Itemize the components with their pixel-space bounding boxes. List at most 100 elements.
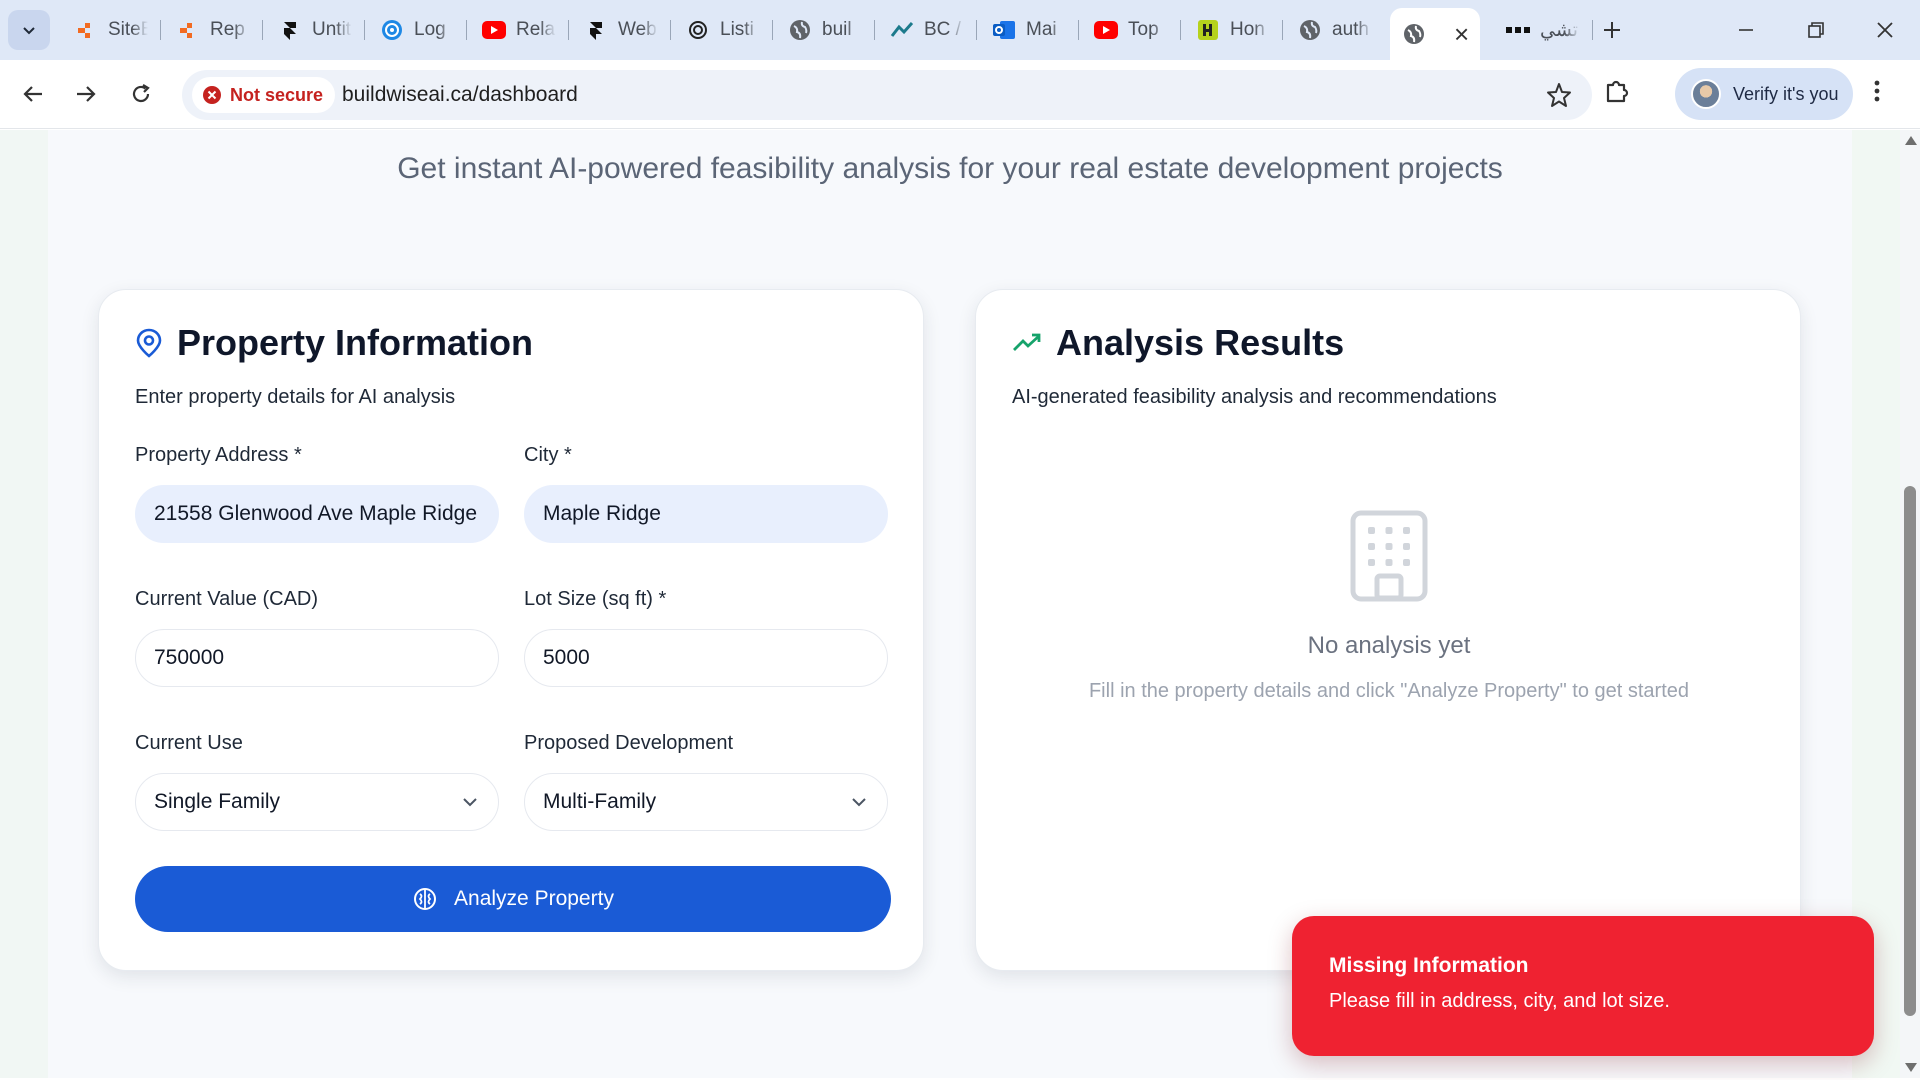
more-vertical-icon — [1874, 80, 1880, 102]
url-text[interactable]: buildwiseai.ca/dashboard — [342, 83, 578, 107]
current-value-value: 750000 — [154, 646, 225, 669]
browser-tab[interactable]: Mai — [980, 8, 1080, 52]
youtube-icon — [1094, 18, 1118, 42]
building-icon — [1350, 510, 1428, 602]
browser-tab[interactable]: Top — [1082, 8, 1182, 52]
toast-message: Please fill in address, city, and lot si… — [1329, 990, 1670, 1012]
proposed-development-value: Multi-Family — [543, 790, 657, 813]
address-input[interactable]: 21558 Glenwood Ave Maple Ridge — [135, 485, 499, 543]
current-use-select[interactable]: Single Family — [135, 773, 499, 831]
card-title: Analysis Results — [1012, 322, 1344, 364]
browser-tab[interactable]: BC / — [878, 8, 978, 52]
browser-tab[interactable]: buil — [776, 8, 876, 52]
browser-tab[interactable]: SiteB — [62, 8, 162, 52]
framer-icon — [584, 18, 608, 42]
orange-logo-icon — [74, 18, 98, 42]
forward-button[interactable] — [66, 74, 106, 114]
security-label: Not secure — [230, 84, 324, 105]
analyze-button-label: Analyze Property — [454, 887, 614, 910]
property-card-description: Enter property details for AI analysis — [135, 386, 456, 408]
lot-size-label: Lot Size (sq ft) * — [524, 588, 667, 610]
card-title: Property Information — [135, 322, 533, 364]
browser-tab[interactable]: Listi — [674, 8, 774, 52]
tab-label: SiteB — [108, 19, 148, 40]
lot-size-input[interactable]: 5000 — [524, 629, 888, 687]
warning-circle-icon — [203, 86, 221, 104]
restore-icon — [1808, 22, 1824, 38]
browser-tab-active[interactable]: × — [1390, 8, 1480, 60]
arrow-right-icon — [77, 86, 96, 102]
error-toast[interactable]: Missing Information Please fill in addre… — [1292, 916, 1874, 1056]
trending-up-icon — [1013, 333, 1041, 351]
results-card-description: AI-generated feasibility analysis and re… — [1012, 386, 1497, 408]
property-card-title: Property Information — [177, 322, 534, 363]
dots-icon — [1506, 18, 1530, 42]
current-value-label: Current Value (CAD) — [135, 588, 319, 610]
browser-tab[interactable]: Rep — [164, 8, 264, 52]
chevron-down-icon — [463, 798, 477, 807]
scroll-down-arrow-icon[interactable] — [1905, 1063, 1917, 1072]
tab-label: Log — [414, 19, 446, 40]
reload-icon — [132, 84, 150, 103]
profile-button[interactable]: Verify it's you — [1675, 68, 1853, 120]
new-tab-button[interactable] — [1582, 8, 1642, 52]
minimize-icon — [1739, 29, 1753, 31]
tab-label: Listi — [720, 19, 754, 40]
analysis-results-card: Analysis Results AI-generated feasibilit… — [975, 289, 1801, 971]
address-bar[interactable]: Not secure buildwiseai.ca/dashboard — [182, 70, 1592, 120]
browser-tab[interactable]: Hon — [1184, 8, 1284, 52]
arrow-left-icon — [23, 86, 42, 102]
scroll-thumb[interactable] — [1904, 486, 1916, 1016]
browser-tab[interactable]: Rela — [470, 8, 570, 52]
current-use-value: Single Family — [154, 790, 281, 813]
minimize-window-button[interactable] — [1716, 8, 1776, 52]
extensions-button[interactable] — [1602, 76, 1632, 111]
close-window-button[interactable] — [1855, 8, 1915, 52]
city-value: Maple Ridge — [543, 502, 661, 525]
browser-menu-button[interactable] — [1872, 76, 1882, 111]
browser-tab[interactable]: Untit — [266, 8, 366, 52]
empty-state-hint: Fill in the property details and click "… — [1088, 680, 1690, 702]
browser-tab-strip: SiteB Rep Untit Log Rela Web Listi buil … — [0, 0, 1920, 60]
tab-label: تشي — [1540, 19, 1579, 41]
city-input[interactable]: Maple Ridge — [524, 485, 888, 543]
plus-icon — [1604, 22, 1620, 38]
avatar — [1691, 79, 1721, 109]
analyze-property-button[interactable]: Analyze Property — [135, 866, 891, 932]
toast-title: Missing Information — [1329, 954, 1529, 977]
current-value-input[interactable]: 750000 — [135, 629, 499, 687]
chevron-down-icon — [852, 798, 866, 807]
chevron-down-icon — [23, 27, 35, 35]
bookmark-button[interactable] — [1546, 82, 1572, 113]
tab-label: Hon — [1230, 19, 1265, 40]
browser-tab[interactable]: Web — [572, 8, 672, 52]
globe-icon — [1298, 18, 1322, 42]
empty-state-title: No analysis yet — [1307, 632, 1471, 659]
page-scrollbar[interactable] — [1900, 130, 1920, 1078]
city-label: City * — [524, 444, 572, 466]
browser-tab[interactable]: Log — [368, 8, 468, 52]
globe-icon — [788, 18, 812, 42]
page-subtitle: Get instant AI-powered feasibility analy… — [397, 152, 1503, 185]
tab-label: Web — [618, 19, 657, 40]
tab-label: Top — [1128, 19, 1159, 40]
reload-button[interactable] — [121, 74, 161, 114]
framer-icon — [278, 18, 302, 42]
current-use-label: Current Use — [135, 732, 243, 754]
tab-label: Mai — [1026, 19, 1057, 40]
map-pin-icon — [136, 328, 162, 358]
tab-label: auth — [1332, 19, 1369, 40]
browser-tab[interactable]: تشي — [1494, 8, 1594, 52]
browser-toolbar: Not secure buildwiseai.ca/dashboard Veri… — [0, 60, 1920, 129]
scroll-up-arrow-icon[interactable] — [1905, 136, 1917, 145]
orange-logo-icon — [176, 18, 200, 42]
browser-tab[interactable]: auth — [1286, 8, 1386, 52]
close-tab-icon[interactable]: × — [1454, 19, 1469, 50]
tab-search-button[interactable] — [8, 10, 50, 50]
close-icon — [1877, 22, 1893, 38]
restore-window-button[interactable] — [1786, 8, 1846, 52]
back-button[interactable] — [13, 74, 53, 114]
proposed-development-select[interactable]: Multi-Family — [524, 773, 888, 831]
security-indicator[interactable]: Not secure — [192, 77, 336, 113]
profile-label: Verify it's you — [1733, 83, 1839, 104]
